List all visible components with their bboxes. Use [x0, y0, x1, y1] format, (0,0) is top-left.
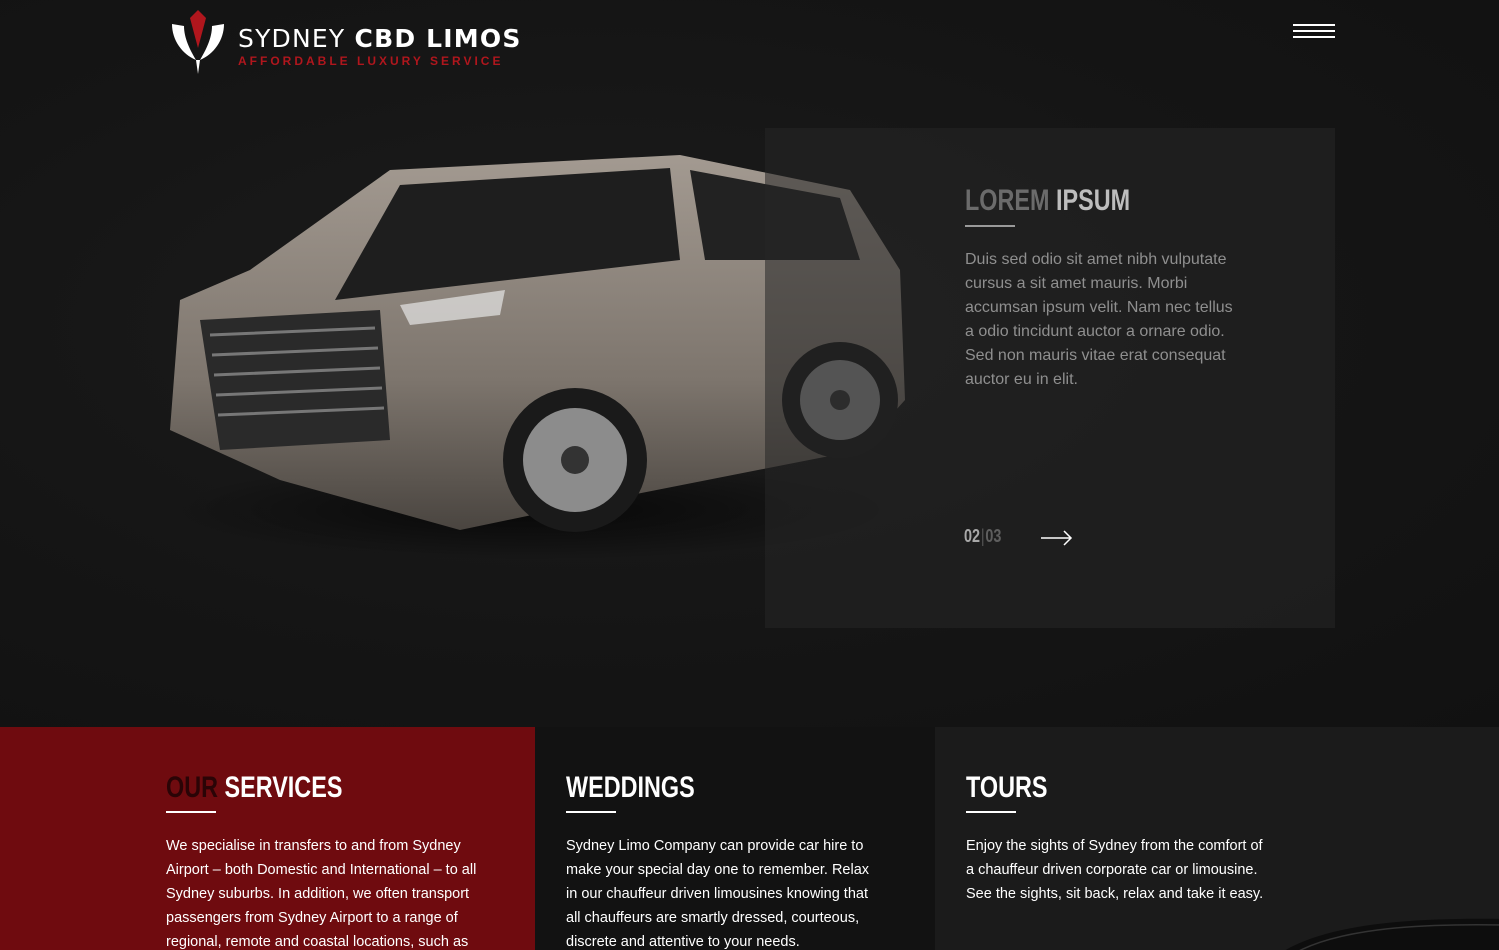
slide-counter: 02|03: [964, 526, 1002, 546]
title-underline: [966, 811, 1016, 813]
hamburger-menu-button[interactable]: [1293, 24, 1335, 44]
tours-section: TOURS Enjoy the sights of Sydney from th…: [935, 727, 1499, 950]
tours-text: Enjoy the sights of Sydney from the comf…: [966, 838, 1264, 902]
slide-description: Duis sed odio sit amet nibh vulputate cu…: [965, 251, 1233, 388]
weddings-section: WEDDINGS Sydney Limo Company can provide…: [535, 727, 935, 950]
title-underline: [965, 225, 1015, 227]
menu-bar: [1293, 24, 1335, 26]
services-section: OUR SERVICES We specialise in transfers …: [0, 727, 535, 950]
next-slide-arrow-icon[interactable]: [1040, 528, 1074, 548]
title-underline: [566, 811, 616, 813]
brand-logo[interactable]: SYDNEY CBD LIMOS AFFORDABLE LUXURY SERVI…: [168, 10, 520, 78]
menu-bar: [1293, 30, 1335, 32]
title-underline: [166, 811, 216, 813]
brand-name: SYDNEY CBD LIMOS: [238, 24, 522, 53]
services-title: OUR SERVICES: [166, 771, 343, 804]
weddings-title: WEDDINGS: [566, 771, 695, 804]
brand-tagline: AFFORDABLE LUXURY SERVICE: [238, 54, 504, 68]
weddings-text: Sydney Limo Company can provide car hire…: [566, 838, 870, 950]
slide-panel: LOREM IPSUM Duis sed odio sit amet nibh …: [765, 128, 1335, 628]
tours-car-image: [1285, 918, 1499, 950]
tours-title: TOURS: [966, 771, 1048, 804]
logo-emblem-icon: [172, 10, 224, 74]
slide-title: LOREM IPSUM: [965, 184, 1131, 217]
services-text: We specialise in transfers to and from S…: [166, 838, 477, 950]
menu-bar: [1293, 36, 1335, 38]
